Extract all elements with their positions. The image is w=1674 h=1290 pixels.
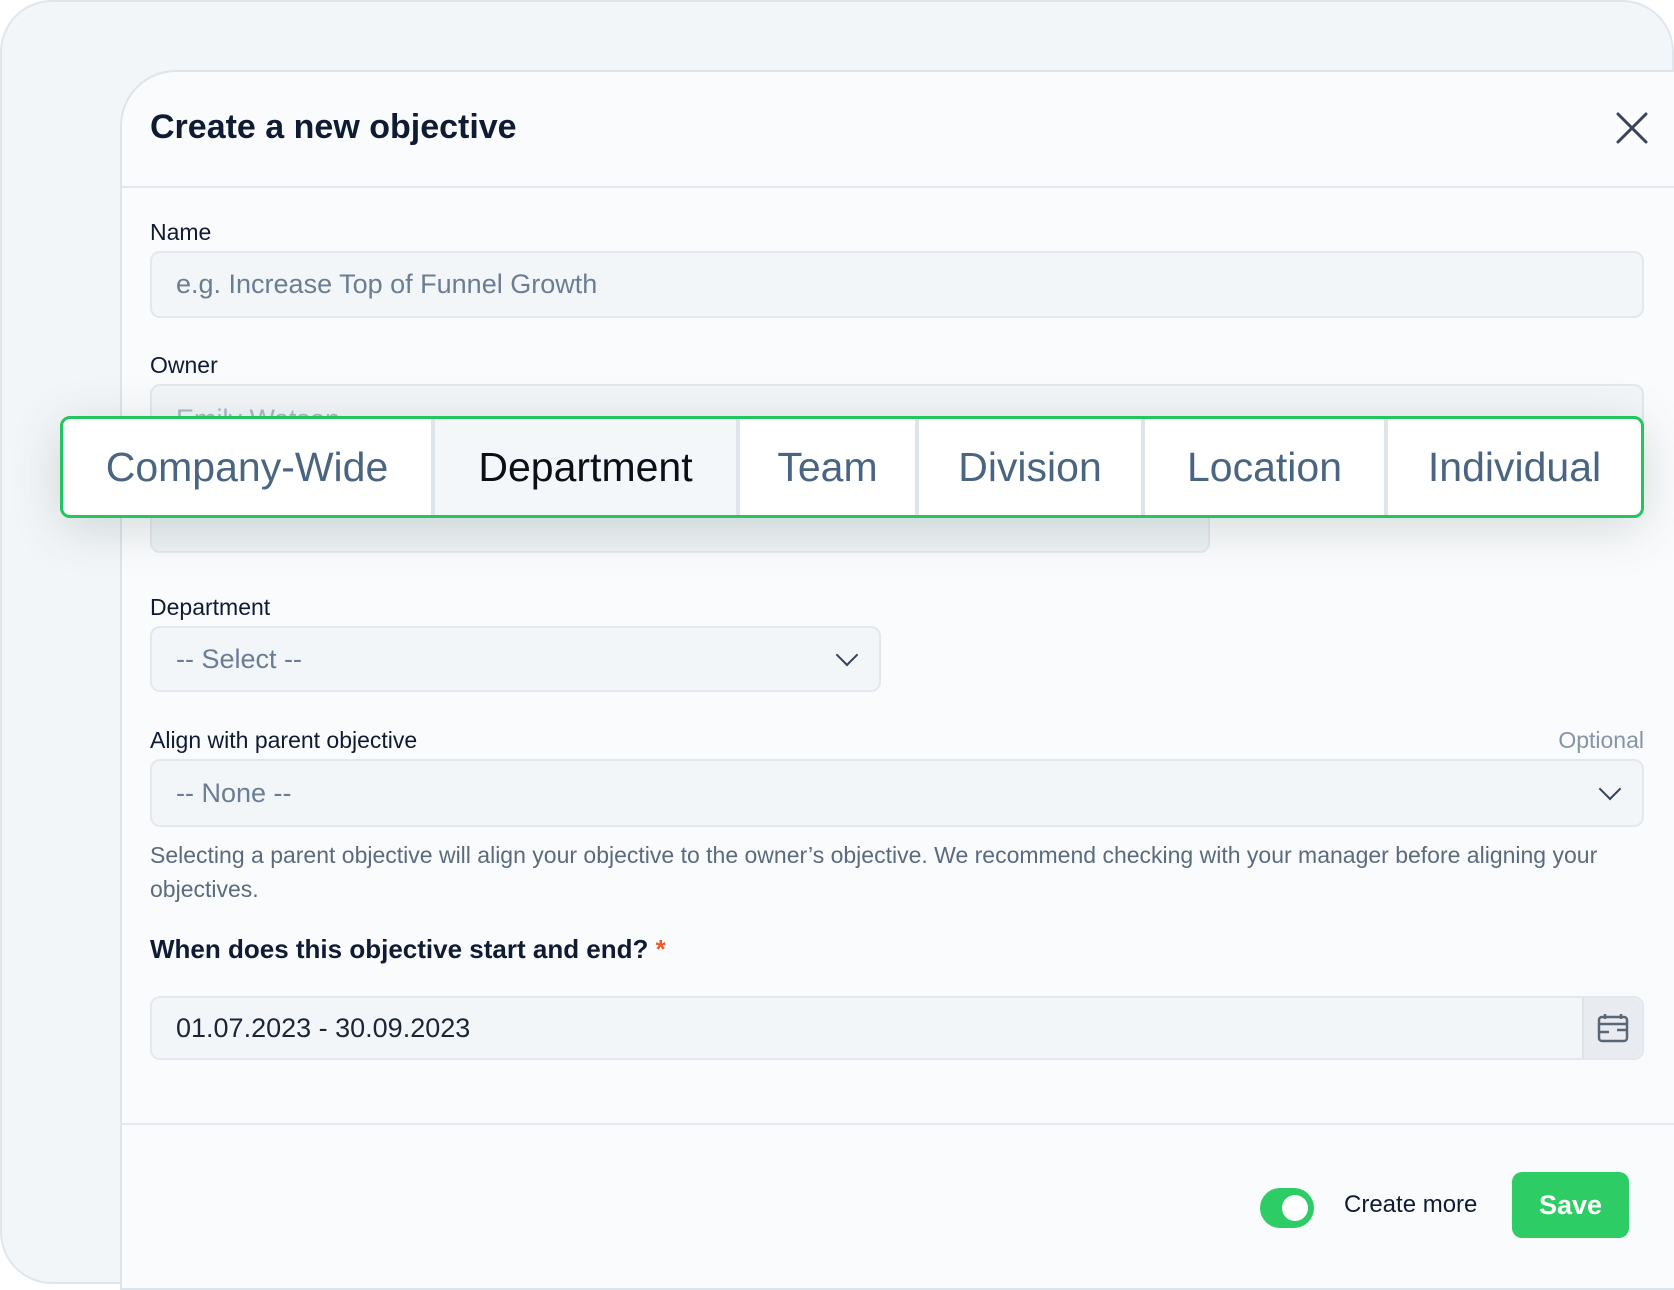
scope-tabs: Company-Wide Department Team Division Lo… <box>60 416 1644 518</box>
parent-objective-select[interactable]: -- None -- <box>150 759 1644 827</box>
tab-department[interactable]: Department <box>435 419 740 515</box>
tab-team[interactable]: Team <box>740 419 919 515</box>
create-more-toggle[interactable] <box>1260 1188 1314 1228</box>
calendar-button[interactable] <box>1582 998 1642 1058</box>
department-value: -- Select -- <box>176 643 303 674</box>
dates-question-text: When does this objective start and end? <box>150 934 649 964</box>
chevron-down-icon <box>835 643 859 667</box>
close-icon[interactable] <box>1612 108 1652 148</box>
modal-title: Create a new objective <box>150 108 517 146</box>
modal-header: Create a new objective <box>122 72 1674 188</box>
chevron-down-icon <box>1598 777 1622 801</box>
parent-help-text: Selecting a parent objective will align … <box>150 842 1598 902</box>
date-range-value: 01.07.2023 - 30.09.2023 <box>176 1012 471 1043</box>
department-label: Department <box>150 594 271 620</box>
name-placeholder: e.g. Increase Top of Funnel Growth <box>176 269 598 299</box>
tab-location[interactable]: Location <box>1145 419 1388 515</box>
tab-division[interactable]: Division <box>919 419 1145 515</box>
tab-company-wide[interactable]: Company-Wide <box>63 419 435 515</box>
parent-label: Align with parent objective <box>150 727 418 753</box>
toggle-knob <box>1282 1195 1308 1221</box>
parent-value: -- None -- <box>176 777 292 808</box>
date-range-input[interactable]: 01.07.2023 - 30.09.2023 <box>150 996 1644 1060</box>
name-label: Name <box>150 219 212 245</box>
optional-label: Optional <box>1558 727 1644 753</box>
tab-individual[interactable]: Individual <box>1388 419 1641 515</box>
required-mark: * <box>655 934 666 964</box>
save-button[interactable]: Save <box>1512 1172 1629 1238</box>
footer-divider <box>120 1123 1674 1125</box>
calendar-icon <box>1597 1014 1629 1043</box>
dates-question: When does this objective start and end? … <box>150 934 666 965</box>
department-select[interactable]: -- Select -- <box>150 626 881 692</box>
name-input[interactable]: e.g. Increase Top of Funnel Growth <box>150 251 1644 318</box>
create-more-label: Create more <box>1344 1191 1478 1218</box>
owner-label: Owner <box>150 352 218 378</box>
